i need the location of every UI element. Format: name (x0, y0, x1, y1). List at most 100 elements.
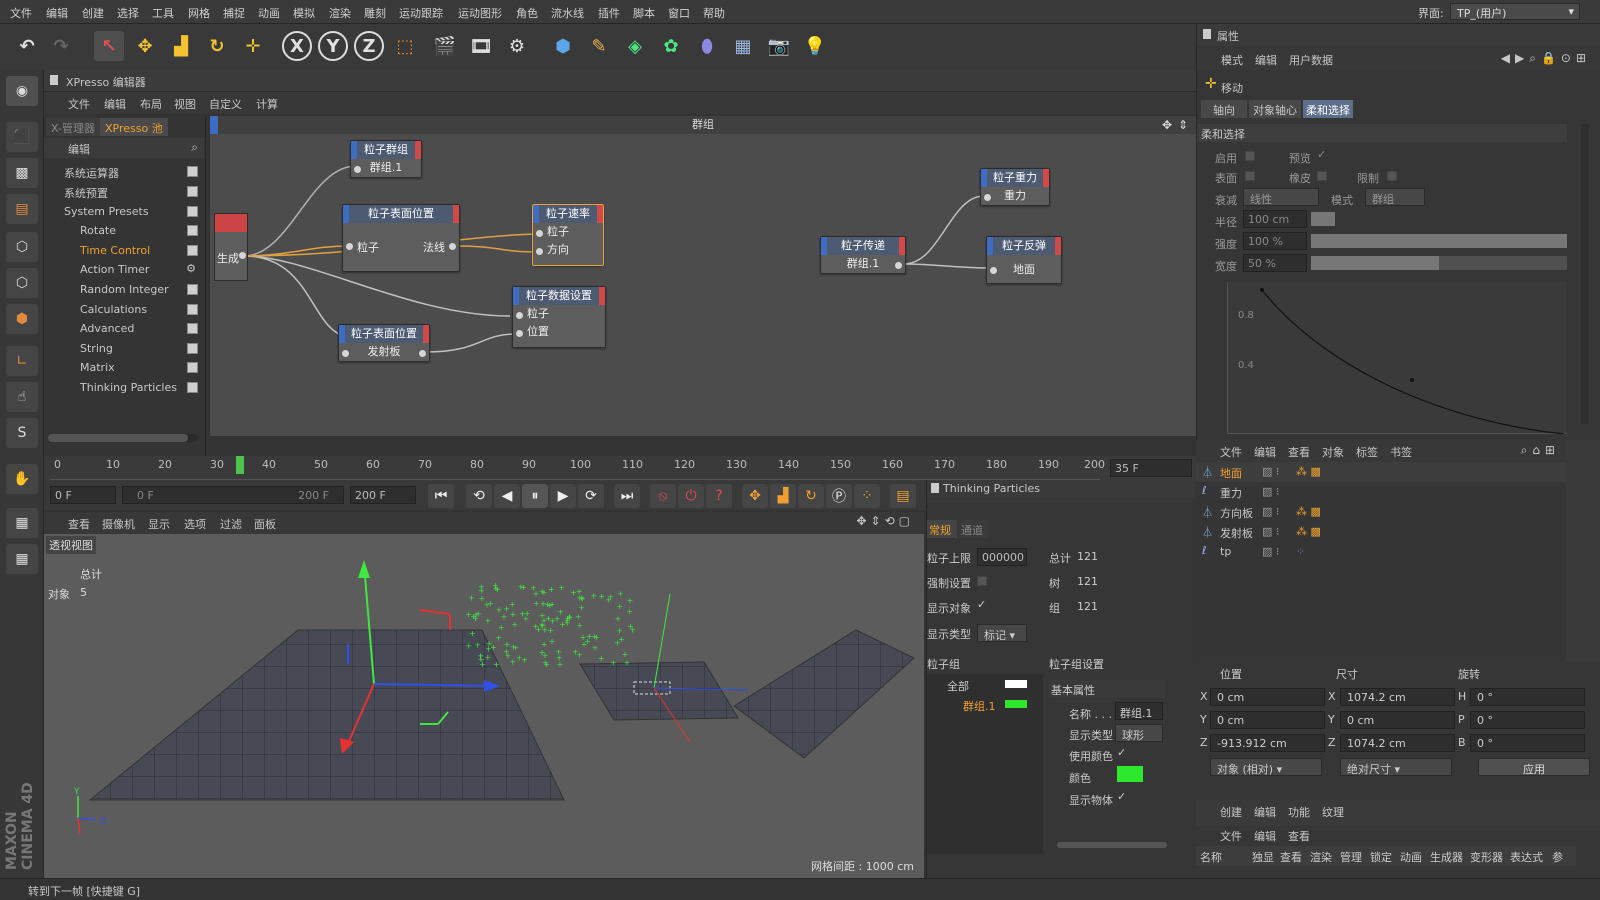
mat-menu-function[interactable]: 功能 (1288, 804, 1310, 820)
attr-tab-object-axis[interactable]: 对象轴心 (1249, 100, 1301, 118)
soft-surface-checkbox[interactable] (1245, 171, 1255, 181)
tp-use-color-check[interactable]: ✓ (1117, 746, 1126, 759)
rotation-b-field[interactable]: 0 ° (1470, 734, 1585, 752)
tree-item-system-presets-cn[interactable]: 系统预置 (44, 182, 204, 202)
object-row-tp[interactable]: ℓ tp ▨ ⁝ ⁘ (1196, 542, 1566, 562)
mat-menu-create[interactable]: 创建 (1220, 804, 1242, 820)
coordinate-system-icon[interactable]: ⬚ (390, 31, 420, 61)
cloner-icon[interactable]: ✿ (656, 31, 686, 61)
mat-menu-texture[interactable]: 纹理 (1322, 804, 1344, 820)
x-axis-icon[interactable]: X (282, 31, 312, 61)
attr-nav-icons[interactable]: ◀▶⌕🔒⊙⊞ (1501, 51, 1591, 66)
tree-item-system-presets[interactable]: System Presets (44, 202, 204, 222)
soft-width-slider[interactable] (1311, 256, 1567, 270)
tp-group-name-field[interactable]: 群组.1 (1115, 702, 1163, 720)
grid-icon[interactable]: ▦ (6, 508, 38, 538)
z-axis-icon[interactable]: Z (354, 31, 384, 61)
vp-menu-panel[interactable]: 面板 (254, 516, 276, 532)
rotation-p-field[interactable]: 0 ° (1470, 711, 1585, 729)
axis-mode-icon[interactable]: ∟ (6, 346, 38, 376)
node-particle-pass[interactable]: 粒子传递 群组.1 (820, 236, 906, 274)
pool-edit-label[interactable]: 编辑 (68, 141, 90, 157)
attr-tab-soft-selection[interactable]: 柔和选择 (1303, 100, 1353, 118)
obj-menu-object[interactable]: 对象 (1322, 444, 1344, 460)
go-to-start-icon[interactable]: ⏮ (428, 484, 454, 508)
viewport-nav-icons[interactable]: ✥⇕⟲▢ (856, 514, 914, 528)
menu-character[interactable]: 角色 (516, 5, 538, 21)
xp-menu-file[interactable]: 文件 (68, 96, 90, 112)
next-frame-icon[interactable]: ▶ (550, 484, 576, 508)
soft-enable-checkbox[interactable] (1245, 151, 1255, 161)
size-x-field[interactable]: 1074.2 cm (1340, 688, 1455, 706)
texture-mode-icon[interactable]: ▩ (6, 158, 38, 188)
search-icon[interactable]: ⌕ (191, 140, 198, 155)
vp-menu-filter[interactable]: 过滤 (220, 516, 242, 532)
node-particle-data-set[interactable]: 粒子数据设置 粒子 位置 (512, 286, 606, 348)
attr-menu-userdata[interactable]: 用户数据 (1289, 52, 1333, 68)
soft-mode-dropdown[interactable]: 群组 (1365, 188, 1425, 206)
key-rotation-icon[interactable]: ↻ (798, 484, 824, 508)
select-tool-icon[interactable]: ↖ (94, 31, 124, 61)
make-editable-icon[interactable]: ◉ (6, 76, 38, 106)
points-mode-icon[interactable]: ⬡ (6, 232, 38, 262)
menu-window[interactable]: 窗口 (668, 5, 690, 21)
soft-width-field[interactable]: 50 % (1243, 254, 1307, 272)
menu-pipeline[interactable]: 流水线 (551, 5, 584, 21)
falloff-graph[interactable]: 0.8 0.4 (1227, 282, 1567, 434)
tp-group-display-dropdown[interactable]: 球形 (1115, 724, 1163, 742)
render-picture-viewer-icon[interactable]: 🎞 (466, 31, 496, 61)
menu-mesh[interactable]: 网格 (188, 5, 210, 21)
previous-key-icon[interactable]: ⟲ (466, 484, 492, 508)
light-icon[interactable]: 💡 (800, 31, 830, 61)
tp-display-type-dropdown[interactable]: 标记 ▾ (977, 624, 1027, 642)
floor-icon[interactable]: ▦ (728, 31, 758, 61)
xp-menu-view[interactable]: 视图 (174, 96, 196, 112)
tp-show-object-check[interactable]: ✓ (1117, 790, 1126, 803)
end-frame-field[interactable]: 200 F (350, 486, 416, 504)
grid-snap-icon[interactable]: ▦ (6, 544, 38, 574)
panel-grip-icon[interactable] (931, 483, 939, 493)
move-tool-icon[interactable]: ✥ (130, 31, 160, 61)
attr-scrollbar[interactable] (1581, 124, 1589, 424)
panel-grip-icon[interactable] (1203, 29, 1211, 39)
rotation-h-field[interactable]: 0 ° (1470, 688, 1585, 706)
xp-menu-edit[interactable]: 编辑 (104, 96, 126, 112)
obj-menu-bookmarks[interactable]: 书签 (1390, 444, 1412, 460)
tree-item-matrix[interactable]: Matrix (44, 358, 204, 378)
camera-icon[interactable]: 📷 (764, 31, 794, 61)
attr-tab-axis[interactable]: 轴向 (1201, 100, 1247, 118)
tab-xpresso-pool[interactable]: XPresso 池 (100, 118, 168, 136)
xp-menu-calc[interactable]: 计算 (256, 96, 278, 112)
pen-icon[interactable]: ✎ (584, 31, 614, 61)
size-z-field[interactable]: 1074.2 cm (1340, 734, 1455, 752)
go-to-end-icon[interactable]: ⏭ (614, 484, 640, 508)
menu-snap[interactable]: 捕捉 (223, 5, 245, 21)
menu-tools[interactable]: 工具 (152, 5, 174, 21)
tab-x-manager[interactable]: X-管理器 (46, 118, 100, 136)
model-mode-icon[interactable]: ⬛ (6, 122, 38, 152)
start-frame-field[interactable]: 0 F (50, 486, 116, 504)
workplane-icon[interactable]: ▤ (6, 194, 38, 224)
tree-item-calculations[interactable]: Calculations (44, 300, 204, 320)
perspective-viewport[interactable]: + + + + + + + + + + + + + + + + + + + + + + + + + + + + + + + + + + + + + + + +… (44, 534, 924, 878)
tp-tab-channels[interactable]: 通道 (959, 520, 989, 538)
menu-create[interactable]: 创建 (82, 5, 104, 21)
autokey-icon[interactable]: ⏻ (678, 484, 704, 508)
zoom-icon[interactable]: ⇕ (1178, 116, 1188, 134)
obj-menu-tags[interactable]: 标签 (1356, 444, 1378, 460)
menu-plugins[interactable]: 插件 (598, 5, 620, 21)
menu-motion-tracking[interactable]: 运动跟踪 (399, 5, 443, 21)
render-settings-icon[interactable]: ⚙ (502, 31, 532, 61)
size-mode-dropdown[interactable]: 绝对尺寸 ▾ (1340, 758, 1452, 776)
vp-menu-display[interactable]: 显示 (148, 516, 170, 532)
position-x-field[interactable]: 0 cm (1210, 688, 1325, 706)
menu-help[interactable]: 帮助 (703, 5, 725, 21)
tp-group-tree[interactable]: 全部 群组.1 (927, 674, 1043, 854)
pan-icon[interactable]: ✥ (1162, 116, 1172, 134)
tweak-mode-icon[interactable]: ☝ (6, 382, 38, 412)
obj-menu-edit[interactable]: 编辑 (1254, 444, 1276, 460)
vp-menu-camera[interactable]: 摄像机 (102, 516, 135, 532)
object-row-floor[interactable]: ⏃ 地面 ▨ ⁝ ⁂ ▩ (1196, 462, 1566, 482)
layer-menu-view[interactable]: 查看 (1288, 828, 1310, 844)
panel-grip-icon[interactable] (50, 75, 58, 85)
